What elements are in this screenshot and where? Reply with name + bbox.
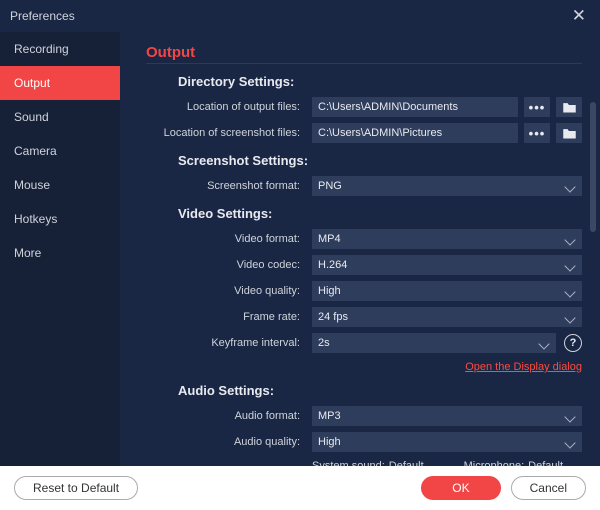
close-icon[interactable]: ✕	[568, 6, 590, 26]
audio-format-row: Audio format: MP3	[146, 406, 582, 426]
sidebar-item-camera[interactable]: Camera	[0, 134, 120, 168]
directory-settings-heading: Directory Settings:	[178, 74, 582, 89]
audio-quality-label: Audio quality:	[146, 436, 306, 448]
output-location-browse-button[interactable]: •••	[524, 97, 550, 117]
open-display-dialog-link[interactable]: Open the Display dialog	[465, 361, 582, 373]
screenshot-format-row: Screenshot format: PNG	[146, 176, 582, 196]
output-location-field[interactable]: C:\Users\ADMIN\Documents	[312, 97, 518, 117]
keyframe-label: Keyframe interval:	[146, 337, 306, 349]
window-title: Preferences	[10, 9, 75, 23]
sidebar: Recording Output Sound Camera Mouse Hotk…	[0, 32, 120, 472]
footer: Reset to Default OK Cancel	[0, 466, 600, 510]
video-quality-row: Video quality: High	[146, 281, 582, 301]
screenshot-location-field[interactable]: C:\Users\ADMIN\Pictures	[312, 123, 518, 143]
screenshot-location-browse-button[interactable]: •••	[524, 123, 550, 143]
screenshot-location-row: Location of screenshot files: C:\Users\A…	[146, 123, 582, 143]
screenshot-format-select[interactable]: PNG	[312, 176, 582, 196]
audio-format-select[interactable]: MP3	[312, 406, 582, 426]
audio-quality-select[interactable]: High	[312, 432, 582, 452]
reset-to-default-button[interactable]: Reset to Default	[14, 476, 138, 500]
audio-settings-heading: Audio Settings:	[178, 383, 582, 398]
screenshot-format-label: Screenshot format:	[146, 180, 306, 192]
page-title: Output	[146, 44, 582, 61]
sidebar-item-mouse[interactable]: Mouse	[0, 168, 120, 202]
frame-rate-row: Frame rate: 24 fps	[146, 307, 582, 327]
video-codec-select[interactable]: H.264	[312, 255, 582, 275]
title-underline	[146, 63, 582, 64]
video-format-select[interactable]: MP4	[312, 229, 582, 249]
video-quality-select[interactable]: High	[312, 281, 582, 301]
sidebar-item-recording[interactable]: Recording	[0, 32, 120, 66]
video-format-label: Video format:	[146, 233, 306, 245]
keyframe-row: Keyframe interval: 2s ?	[146, 333, 582, 353]
audio-format-label: Audio format:	[146, 410, 306, 422]
keyframe-select[interactable]: 2s	[312, 333, 556, 353]
sidebar-item-more[interactable]: More	[0, 236, 120, 270]
keyframe-help-icon[interactable]: ?	[564, 334, 582, 352]
display-dialog-link-row: Open the Display dialog	[146, 359, 582, 373]
output-location-open-folder-icon[interactable]	[556, 97, 582, 117]
audio-quality-row: Audio quality: High	[146, 432, 582, 452]
scrollbar-thumb[interactable]	[590, 102, 596, 232]
sidebar-item-output[interactable]: Output	[0, 66, 120, 100]
titlebar: Preferences ✕	[0, 0, 600, 32]
ok-button[interactable]: OK	[421, 476, 500, 500]
video-quality-label: Video quality:	[146, 285, 306, 297]
screenshot-location-open-folder-icon[interactable]	[556, 123, 582, 143]
frame-rate-select[interactable]: 24 fps	[312, 307, 582, 327]
screenshot-location-label: Location of screenshot files:	[146, 127, 306, 139]
video-settings-heading: Video Settings:	[178, 206, 582, 221]
output-location-label: Location of output files:	[146, 101, 306, 113]
app-body: Recording Output Sound Camera Mouse Hotk…	[0, 32, 600, 472]
video-format-row: Video format: MP4	[146, 229, 582, 249]
output-location-row: Location of output files: C:\Users\ADMIN…	[146, 97, 582, 117]
video-codec-label: Video codec:	[146, 259, 306, 271]
cancel-button[interactable]: Cancel	[511, 476, 586, 500]
sidebar-item-sound[interactable]: Sound	[0, 100, 120, 134]
video-codec-row: Video codec: H.264	[146, 255, 582, 275]
main-panel: Output Directory Settings: Location of o…	[120, 32, 600, 472]
screenshot-settings-heading: Screenshot Settings:	[178, 153, 582, 168]
frame-rate-label: Frame rate:	[146, 311, 306, 323]
sidebar-item-hotkeys[interactable]: Hotkeys	[0, 202, 120, 236]
